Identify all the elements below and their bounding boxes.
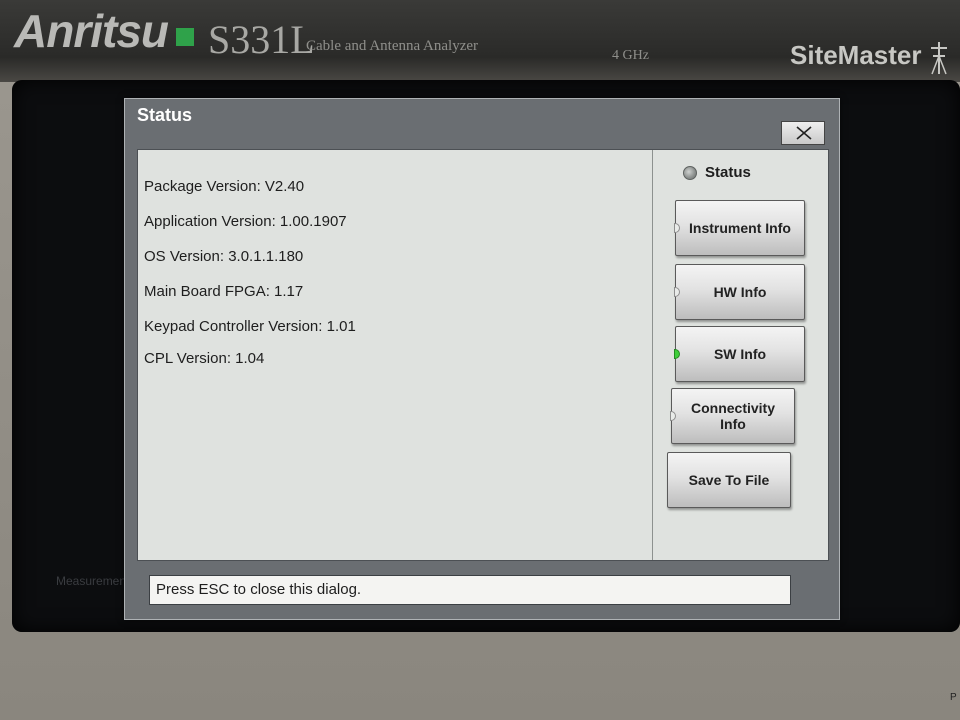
info-line-keypad-controller-version: Keypad Controller Version: 1.01 xyxy=(144,318,356,335)
instrument-info-label: Instrument Info xyxy=(689,220,791,236)
connectivity-info-button[interactable]: Connectivity Info xyxy=(670,388,795,444)
indicator-led-icon xyxy=(674,287,680,297)
info-line-os-version: OS Version: 3.0.1.1.180 xyxy=(144,248,304,265)
close-button[interactable] xyxy=(781,121,825,145)
dialog-body: Package Version: V2.40 Application Versi… xyxy=(137,149,829,561)
side-panel: Status Instrument Info HW Info SW Info C… xyxy=(652,150,829,560)
info-line-package-version: Package Version: V2.40 xyxy=(144,178,305,195)
info-line-main-board-fpga: Main Board FPGA: 1.17 xyxy=(144,283,304,300)
status-dialog: Status Package Version: V2.40 Applicatio… xyxy=(124,98,840,620)
indicator-led-icon xyxy=(674,223,680,233)
info-line-application-version: Application Version: 1.00.1907 xyxy=(144,213,347,230)
instrument-info-button[interactable]: Instrument Info xyxy=(674,200,805,256)
connectivity-info-label: Connectivity Info xyxy=(690,400,775,432)
hw-info-button[interactable]: HW Info xyxy=(674,264,805,320)
close-icon xyxy=(796,126,812,140)
corner-text: P xyxy=(950,692,957,703)
status-radio-icon[interactable] xyxy=(683,166,697,180)
version-info-panel: Package Version: V2.40 Application Versi… xyxy=(138,150,652,560)
save-to-file-label: Save To File xyxy=(688,472,770,488)
brand-logo: Anritsu xyxy=(14,5,169,57)
hw-info-label: HW Info xyxy=(713,284,767,300)
model-description: Cable and Antenna Analyzer xyxy=(306,38,479,54)
frequency-label: 4 GHz xyxy=(612,48,649,63)
save-to-file-button[interactable]: Save To File xyxy=(667,452,791,508)
indicator-led-icon xyxy=(670,411,676,421)
status-message-bar: Press ESC to close this dialog. xyxy=(149,575,791,605)
sw-info-label: SW Info xyxy=(713,346,767,362)
dialog-title: Status xyxy=(137,105,193,125)
model-name: S331L xyxy=(208,17,315,62)
sw-info-button[interactable]: SW Info xyxy=(674,326,805,382)
brand-mark-icon xyxy=(176,28,194,46)
active-indicator-led-icon xyxy=(674,349,680,359)
antenna-tower-icon xyxy=(931,42,947,75)
status-radio-label: Status xyxy=(705,164,751,181)
device-header: Anritsu S331L Cable and Antenna Analyzer… xyxy=(0,0,960,84)
info-line-cpl-version: CPL Version: 1.04 xyxy=(144,350,265,367)
status-message: Press ESC to close this dialog. xyxy=(156,581,362,598)
product-name: SiteMaster xyxy=(790,40,922,70)
